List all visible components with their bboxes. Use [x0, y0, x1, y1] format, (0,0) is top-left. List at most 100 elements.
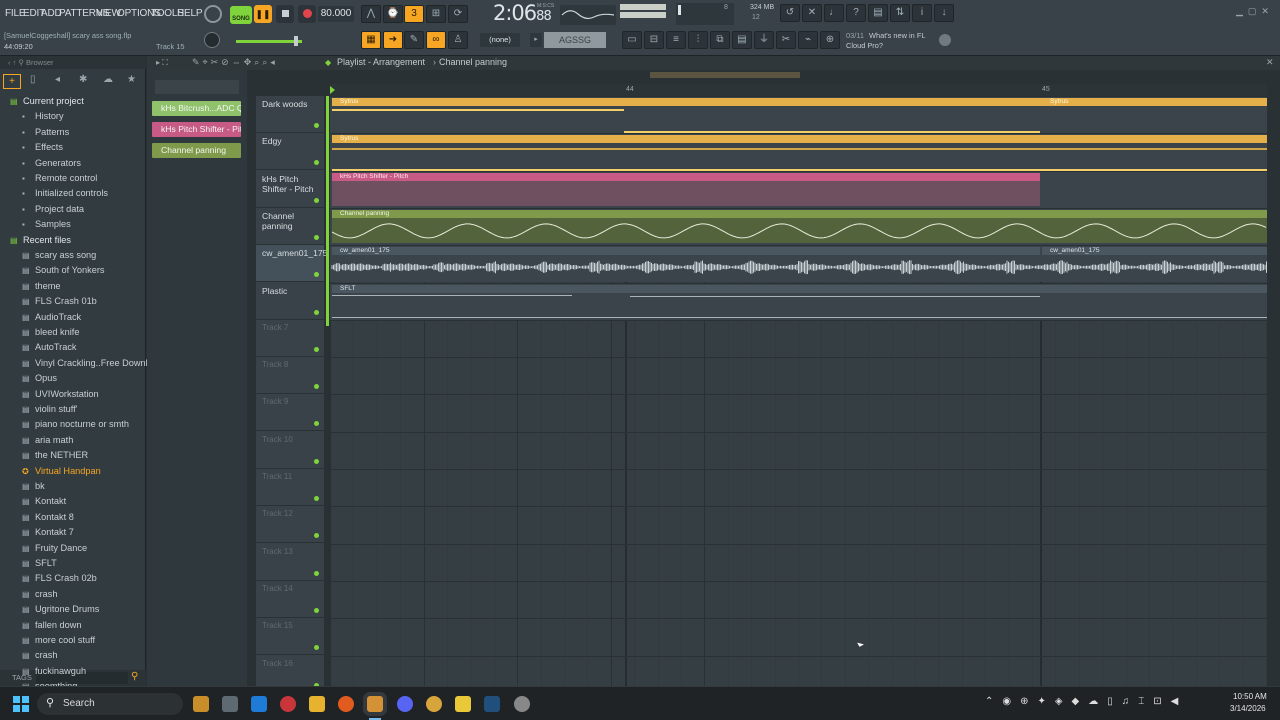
- step-edit-button[interactable]: ⊞: [426, 5, 446, 23]
- countdown-button[interactable]: 3: [404, 5, 424, 23]
- track-header[interactable]: Track 12: [256, 506, 324, 544]
- recent-file-row[interactable]: ▤ aria math: [0, 434, 144, 448]
- track-header[interactable]: Track 13: [256, 544, 324, 581]
- track-header[interactable]: Track 15: [256, 618, 324, 656]
- recent-file-row[interactable]: ▤ crash: [0, 588, 144, 602]
- piano-roll-button[interactable]: ≡: [666, 31, 686, 49]
- track-mute-led[interactable]: [314, 197, 319, 203]
- record-button[interactable]: [298, 5, 316, 23]
- clock-date[interactable]: 3/14/2026: [1230, 704, 1266, 713]
- file-explorer-icon[interactable]: [309, 696, 325, 712]
- track-mute-led[interactable]: [314, 309, 319, 315]
- recent-file-row[interactable]: ▤ Kontakt: [0, 495, 144, 509]
- recent-file-row[interactable]: ▤ FLS Crash 02b: [0, 572, 144, 586]
- recent-file-row[interactable]: ▤ the NETHER: [0, 449, 144, 463]
- recent-files-row[interactable]: ▤ Recent files: [0, 234, 144, 248]
- browser-speaker-icon[interactable]: ◂: [55, 74, 60, 85]
- playlist-menu-icon[interactable]: ▸ ⛶: [156, 58, 168, 68]
- tempo-display[interactable]: 80.000: [318, 6, 354, 22]
- recent-file-row[interactable]: ▤ violin stuff': [0, 403, 144, 417]
- track-mute-led[interactable]: [314, 607, 319, 613]
- track-mute-led[interactable]: [314, 384, 319, 390]
- playlist-view-button[interactable]: ▦: [361, 31, 381, 49]
- news-line-1[interactable]: What's new in FL: [869, 31, 925, 40]
- loop-record-button[interactable]: ⟳: [448, 5, 468, 23]
- recent-file-row[interactable]: ▤ FLS Crash 01b: [0, 295, 144, 309]
- browser-all-icon[interactable]: +: [3, 74, 21, 89]
- pause-button[interactable]: ❚❚: [254, 5, 272, 23]
- recent-file-row[interactable]: ▤ Ugritone Drums: [0, 603, 144, 617]
- track-mute-led[interactable]: [314, 458, 319, 464]
- clock-time[interactable]: 10:50 AM: [1233, 692, 1267, 701]
- playlist-close-icon[interactable]: ✕: [1266, 57, 1274, 68]
- project-item-row[interactable]: ▪ Remote control: [0, 172, 144, 186]
- news-line-2[interactable]: Cloud Pro?: [846, 41, 883, 50]
- undo-history-button[interactable]: ↺: [780, 4, 800, 22]
- browser-cloud-icon[interactable]: ☁: [103, 74, 113, 85]
- current-project-row[interactable]: ▤ Current project: [0, 95, 144, 109]
- microphone-button[interactable]: ♩: [824, 4, 844, 22]
- playhead-marker[interactable]: [330, 86, 335, 94]
- track-header[interactable]: Track 7: [256, 320, 324, 357]
- steam-icon[interactable]: [484, 696, 500, 712]
- track-header[interactable]: Edgy: [256, 133, 324, 171]
- window-controls[interactable]: ▁▢✕: [1236, 6, 1276, 18]
- link-button[interactable]: ∞: [426, 31, 446, 49]
- project-item-row[interactable]: ▪ Initialized controls: [0, 187, 144, 201]
- wait-input-button[interactable]: ⌚: [383, 5, 403, 23]
- project-item-row[interactable]: ▪ Project data: [0, 203, 144, 217]
- taskbar-app-icon-1[interactable]: [193, 696, 209, 712]
- master-pitch-knob[interactable]: [204, 32, 220, 48]
- recent-file-row[interactable]: ▤ theme: [0, 280, 144, 294]
- recent-file-row[interactable]: ▤ piano nocturne or smth: [0, 418, 144, 432]
- scroll-thumb[interactable]: [650, 72, 800, 78]
- fl-studio-icon[interactable]: [367, 696, 383, 712]
- volume-slider-handle[interactable]: [294, 36, 298, 46]
- recent-file-row[interactable]: ▤ bk: [0, 480, 144, 494]
- info-button[interactable]: i: [912, 4, 932, 22]
- picker-clip-pitch-shifter[interactable]: kHs Pitch Shifter - Pitch: [152, 122, 241, 137]
- mixer-window-button[interactable]: ⫶: [688, 31, 708, 49]
- recent-file-row[interactable]: ▤ bleed knife: [0, 326, 144, 340]
- track-header[interactable]: Track 14: [256, 581, 324, 618]
- track-mute-led[interactable]: [314, 533, 319, 539]
- recent-file-row[interactable]: ✪ Virtual Handpan: [0, 465, 144, 479]
- recent-file-row[interactable]: ▤ fallen down: [0, 619, 144, 633]
- shop-button[interactable]: ⊕: [820, 31, 840, 49]
- track-mute-led[interactable]: [314, 421, 319, 427]
- track-mute-led[interactable]: [314, 234, 319, 240]
- browser-files-icon[interactable]: ▯: [30, 74, 36, 85]
- tune-button[interactable]: ✂: [776, 31, 796, 49]
- save-button[interactable]: ▤: [868, 4, 888, 22]
- recent-file-row[interactable]: ▤ Opus: [0, 372, 144, 386]
- recent-file-row[interactable]: ▤ South of Yonkers: [0, 264, 144, 278]
- news-icon[interactable]: [939, 34, 951, 46]
- project-item-row[interactable]: ▪ History: [0, 110, 144, 124]
- timeline-ruler[interactable]: 44 45: [330, 84, 1267, 96]
- track-header[interactable]: kHs Pitch Shifter - Pitch: [256, 171, 324, 208]
- menu-help[interactable]: HELP: [177, 8, 203, 19]
- song-mode-button[interactable]: SONG: [230, 6, 252, 24]
- track-header[interactable]: Track 8: [256, 357, 324, 395]
- track-mute-led[interactable]: [314, 645, 319, 651]
- track-header[interactable]: cw_amen01_175: [256, 245, 327, 283]
- track-header[interactable]: Track 9: [256, 394, 324, 432]
- recent-file-row[interactable]: ▤ UVIWorkstation: [0, 388, 144, 402]
- snap-selector[interactable]: (none): [480, 33, 520, 47]
- browser-plugins-icon[interactable]: ✱: [79, 74, 87, 85]
- taskbar-app-icon-12[interactable]: [514, 696, 530, 712]
- project-item-row[interactable]: ▪ Generators: [0, 157, 144, 171]
- recent-file-row[interactable]: ▤ Kontakt 7: [0, 526, 144, 540]
- recent-file-row[interactable]: ▤ Fruity Dance: [0, 542, 144, 556]
- recent-file-row[interactable]: ▤ AudioTrack: [0, 311, 144, 325]
- track-mute-led[interactable]: [314, 346, 319, 352]
- recent-file-row[interactable]: ▤ SFLT: [0, 557, 144, 571]
- recent-file-row[interactable]: ▤ fuckinawguh: [0, 665, 144, 679]
- browser-star-icon[interactable]: ★: [127, 74, 136, 85]
- master-volume-slider[interactable]: [236, 40, 302, 43]
- taskbar-app-icon-4[interactable]: [280, 696, 296, 712]
- taskbar-search[interactable]: ⚲ Search: [37, 693, 183, 715]
- playlist-grid[interactable]: Sytrus Sytrus Sytrus kHs Pitch Shifter - Pi…: [330, 96, 1267, 686]
- track-header[interactable]: Channel panning: [256, 208, 324, 245]
- help-button[interactable]: ?: [846, 4, 866, 22]
